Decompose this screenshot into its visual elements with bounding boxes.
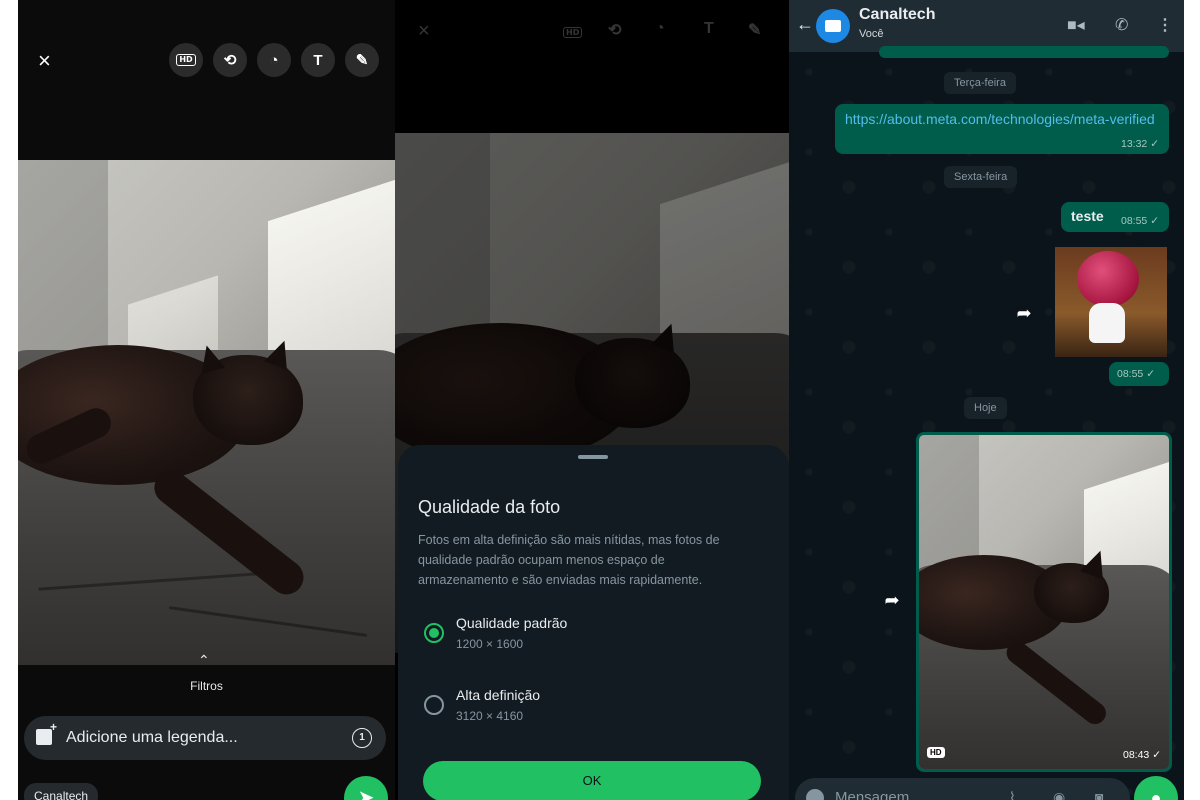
date-separator: Terça-feira [944,72,1016,94]
recipient-chip: Canaltech [24,783,99,800]
attach-icon[interactable]: ⌇ [1009,789,1016,800]
radio-unselected[interactable] [424,695,444,715]
chat-area: Terça-feira https://about.meta.com/techn… [789,46,1184,800]
crop-rotate-icon: ⟲ [223,52,237,69]
sheet-description: Fotos em alta definição são mais nítidas… [418,533,720,587]
crop-rotate-button[interactable]: ⟲ [213,43,247,77]
emoji-icon[interactable] [806,789,824,800]
message-link[interactable]: https://about.meta.com/technologies/meta… [845,110,1155,128]
contact-subtitle: Você [859,28,884,40]
back-arrow-icon[interactable]: ← [796,14,814,35]
message-bubble-link[interactable]: https://about.meta.com/technologies/meta… [835,104,1169,154]
avatar[interactable] [816,9,850,43]
date-separator: Sexta-feira [944,166,1018,188]
close-icon[interactable]: × [38,50,51,72]
message-text: teste [1071,208,1104,224]
camera-icon[interactable]: ◙ [1095,789,1103,800]
chat-panel: ← Canaltech Você ■◂ ✆ ⋮ Terça-feira http… [789,0,1184,800]
screenshot-collage: × HD ⟲ ◔ T ✎ ⌃ Filtros Adicione uma lege… [0,0,1200,800]
hd-badge: HD [927,747,945,758]
message-time: 08:55 ✓ [1117,368,1155,380]
option-resolution: 3120 × 4160 [456,709,524,723]
option-standard-quality[interactable]: Qualidade padrão 1200 × 1600 [418,613,768,657]
payment-icon[interactable]: ◉ [1053,789,1065,800]
message-time: 13:32 ✓ [1121,138,1159,150]
option-resolution: 1200 × 1600 [456,637,524,651]
message-time: 08:55 ✓ [1121,215,1159,227]
text-icon: T [313,51,323,69]
mic-icon: ● [1150,788,1162,800]
image-message-bubble[interactable]: HD 08:43 ✓ [916,432,1172,772]
video-call-icon[interactable]: ■◂ [1067,15,1085,35]
view-once-icon[interactable]: 1 [352,728,372,748]
sticker-icon: ◔ [269,51,279,69]
radio-selected[interactable] [424,623,444,643]
caption-input[interactable]: Adicione uma legenda... 1 [24,716,386,760]
hd-icon: HD [176,54,196,66]
hd-quality-button[interactable]: HD [169,43,203,77]
chevron-up-icon[interactable]: ⌃ [198,652,210,669]
option-label: Qualidade padrão [456,615,568,631]
option-label: Alta definição [456,687,541,703]
option-high-definition[interactable]: Alta definição 3120 × 4160 [418,685,768,729]
chat-header: ← Canaltech Você ■◂ ✆ ⋮ [789,0,1184,52]
message-time: 08:43 ✓ [1123,749,1161,761]
previous-message-edge [879,46,1169,58]
image-editor-panel: × HD ⟲ ◔ T ✎ ⌃ Filtros Adicione uma lege… [18,0,395,800]
quality-dialog-panel: × HD ⟲ ◔ T ✎ Qualidade da foto Fotos em … [395,0,789,800]
cat-photo [18,160,395,665]
sheet-title: Qualidade da foto [418,497,561,517]
filters-label[interactable]: Filtros [18,679,395,693]
sticker-time-bubble: 08:55 ✓ [1109,362,1169,386]
text-button[interactable]: T [301,43,335,77]
add-image-icon[interactable] [36,720,57,745]
message-placeholder: Mensagem [835,789,910,800]
bottom-sheet: Qualidade da foto Fotos em alta definiçã… [398,445,789,800]
message-bubble-text[interactable]: teste 08:55 ✓ [1061,202,1169,232]
sticker-button[interactable]: ◔ [257,43,291,77]
mic-button[interactable]: ● [1134,776,1178,800]
more-options-icon[interactable]: ⋮ [1157,15,1173,35]
sticker-image[interactable] [1055,247,1167,357]
forward-icon[interactable]: ➦ [879,587,905,613]
sent-cat-photo[interactable] [919,435,1169,769]
caption-placeholder: Adicione uma legenda... [66,729,238,746]
draw-button[interactable]: ✎ [345,43,379,77]
date-separator: Hoje [964,397,1007,419]
drag-handle[interactable] [578,455,608,459]
ok-button[interactable]: OK [423,761,761,800]
pencil-icon: ✎ [355,52,369,69]
message-input[interactable]: Mensagem ⌇ ◉ ◙ [795,778,1130,800]
forward-icon[interactable]: ➦ [1011,300,1037,326]
phone-icon[interactable]: ✆ [1115,15,1128,35]
send-button[interactable]: ➤ [344,776,388,800]
contact-name[interactable]: Canaltech [859,6,935,24]
send-icon: ➤ [357,787,375,800]
